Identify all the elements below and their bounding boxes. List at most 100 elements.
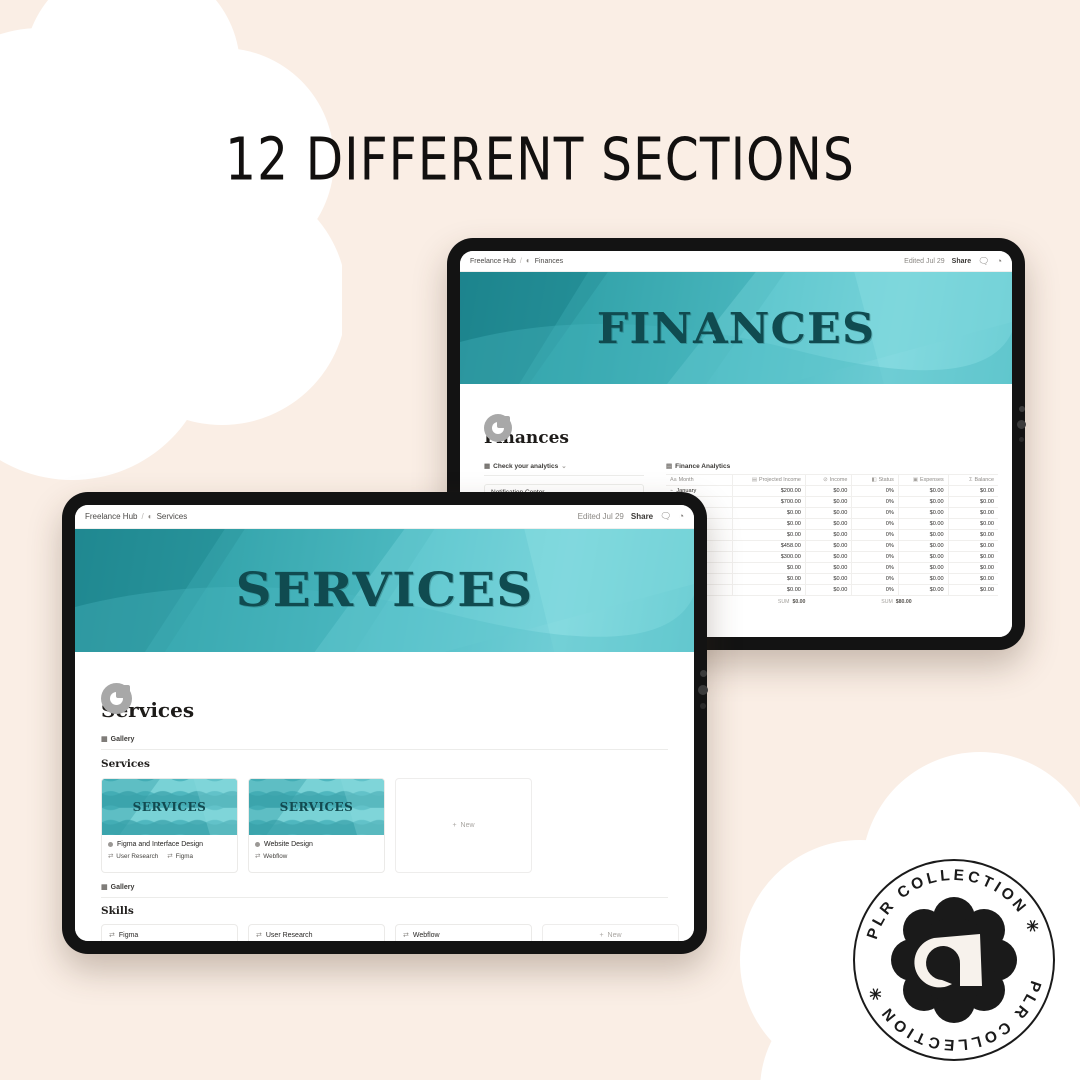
table-row[interactable]: $700.00 $0.00 0% $0.00 $0.00 <box>666 496 998 508</box>
cell-projected-income[interactable]: $0.00 <box>732 562 806 574</box>
table-body[interactable]: ⌁ January $200.00 $0.00 0% $0.00 $0.00 $700.00… <box>666 485 998 596</box>
breadcrumb-current[interactable]: Finances <box>535 258 563 265</box>
table-row[interactable]: $0.00 $0.00 0% $0.00 $0.00 <box>666 518 998 530</box>
gallery-card[interactable]: SERVICES Figma and Interface Design ⇄ User … <box>101 778 238 873</box>
cell-income[interactable]: $0.00 <box>805 485 853 497</box>
cell-projected-income[interactable]: $0.00 <box>732 584 806 596</box>
comment-icon-services[interactable]: 🗨 <box>660 512 671 521</box>
cell-balance[interactable]: $0.00 <box>948 540 998 552</box>
cell-expenses[interactable]: $0.00 <box>898 529 949 541</box>
cell-income[interactable]: $0.00 <box>805 562 853 574</box>
db-title-finance-analytics[interactable]: ▤ Finance Analytics <box>666 462 998 471</box>
cell-expenses[interactable]: $0.00 <box>898 584 949 596</box>
table-row[interactable]: $0.00 $0.00 0% $0.00 $0.00 <box>666 529 998 541</box>
table-row[interactable]: $0.00 $0.00 0% $0.00 $0.00 <box>666 584 998 596</box>
column-header-projected-income[interactable]: ▤ Projected Income <box>732 474 806 486</box>
breadcrumb[interactable]: Freelance Hub / ◐ Finances <box>470 257 563 265</box>
volume-up-button[interactable] <box>1018 406 1025 412</box>
cell-expenses[interactable]: $0.00 <box>898 540 949 552</box>
cell-balance[interactable]: $0.00 <box>948 518 998 530</box>
cell-balance[interactable]: $0.00 <box>948 551 998 563</box>
cell-income[interactable]: $0.00 <box>805 518 853 530</box>
share-button-services[interactable]: Share <box>631 512 653 521</box>
skill-card[interactable]: ⇄ Figma <box>101 924 238 941</box>
cell-income[interactable]: $0.00 <box>805 551 853 563</box>
cell-balance[interactable]: $0.00 <box>948 584 998 596</box>
cell-expenses[interactable]: $0.00 <box>898 507 949 519</box>
gallery-card[interactable]: SERVICES Website Design ⇄ Webflow <box>248 778 385 873</box>
table-row[interactable]: $300.00 $0.00 0% $0.00 $0.00 <box>666 551 998 563</box>
cell-balance[interactable]: $0.00 <box>948 507 998 519</box>
cell-expenses[interactable]: $0.00 <box>898 573 949 585</box>
power-button-services[interactable] <box>700 703 706 709</box>
new-card-button[interactable]: + New <box>395 778 532 873</box>
cell-status[interactable]: 0% <box>851 562 899 574</box>
tablet-side-buttons[interactable] <box>1017 406 1026 442</box>
breadcrumb-root[interactable]: Freelance Hub <box>470 258 516 265</box>
table-row[interactable]: $0.00 $0.00 0% $0.00 $0.00 <box>666 507 998 519</box>
cell-income[interactable]: $0.00 <box>805 529 853 541</box>
tab-gallery-services[interactable]: ▦ Gallery <box>101 735 134 746</box>
share-button[interactable]: Share <box>952 258 971 265</box>
column-header-status[interactable]: ◧ Status <box>851 474 899 486</box>
volume-down-button[interactable] <box>1017 420 1026 429</box>
power-button[interactable] <box>1019 437 1024 442</box>
card-name[interactable]: Website Design <box>255 841 378 848</box>
breadcrumb-current-services[interactable]: Services <box>157 512 188 521</box>
cell-status[interactable]: 0% <box>851 540 899 552</box>
cell-status[interactable]: 0% <box>851 485 899 497</box>
cell-projected-income[interactable]: $0.00 <box>732 507 806 519</box>
cell-expenses[interactable]: $0.00 <box>898 551 949 563</box>
table-row[interactable]: $0.00 $0.00 0% $0.00 $0.00 <box>666 562 998 574</box>
cell-expenses[interactable]: $0.00 <box>898 496 949 508</box>
cell-income[interactable]: $0.00 <box>805 573 853 585</box>
cell-status[interactable]: 0% <box>851 529 899 541</box>
cell-status[interactable]: 0% <box>851 573 899 585</box>
cell-expenses[interactable]: $0.00 <box>898 485 949 497</box>
comment-icon[interactable]: 🗨 <box>978 256 989 266</box>
clock-icon[interactable]: ◔ <box>997 256 1002 266</box>
chevron-down-icon[interactable]: ⌄ <box>561 462 566 470</box>
table-row[interactable]: $0.00 $0.00 0% $0.00 $0.00 <box>666 573 998 585</box>
cell-balance[interactable]: $0.00 <box>948 529 998 541</box>
skill-card[interactable]: ⇄ Webflow <box>395 924 532 941</box>
cell-projected-income[interactable]: $200.00 <box>732 485 806 497</box>
table-row[interactable]: ⌁ January $200.00 $0.00 0% $0.00 $0.00 <box>666 485 998 497</box>
cell-income[interactable]: $0.00 <box>805 496 853 508</box>
volume-down-button-services[interactable] <box>698 685 708 695</box>
new-skill-button[interactable]: + New <box>542 924 679 941</box>
cell-projected-income[interactable]: $0.00 <box>732 529 806 541</box>
cell-status[interactable]: 0% <box>851 507 899 519</box>
finance-analytics-table[interactable]: Aa Month ▤ Projected Income ⊘ Income ◧ Status ▣ E… <box>666 474 998 596</box>
cell-income[interactable]: $0.00 <box>805 584 853 596</box>
tab-check-your-analytics[interactable]: ▦ Check your analytics ⌄ <box>484 462 567 473</box>
cell-balance[interactable]: $0.00 <box>948 485 998 497</box>
breadcrumb-root-services[interactable]: Freelance Hub <box>85 512 137 521</box>
cell-status[interactable]: 0% <box>851 496 899 508</box>
cell-income[interactable]: $0.00 <box>805 540 853 552</box>
cell-projected-income[interactable]: $458.00 <box>732 540 806 552</box>
table-row[interactable]: $458.00 $0.00 0% $0.00 $0.00 <box>666 540 998 552</box>
cell-status[interactable]: 0% <box>851 518 899 530</box>
cell-balance[interactable]: $0.00 <box>948 573 998 585</box>
column-header-expenses[interactable]: ▣ Expenses <box>898 474 949 486</box>
cell-projected-income[interactable]: $700.00 <box>732 496 806 508</box>
volume-up-button-services[interactable] <box>699 670 707 677</box>
clock-icon-services[interactable]: ◔ <box>679 512 684 521</box>
column-header-month[interactable]: Aa Month <box>666 474 733 486</box>
cell-balance[interactable]: $0.00 <box>948 496 998 508</box>
breadcrumb-services[interactable]: Freelance Hub / ◐ Services <box>85 512 187 521</box>
card-tag[interactable]: ⇄ User Research <box>108 853 158 860</box>
cell-expenses[interactable]: $0.00 <box>898 518 949 530</box>
tablet-side-buttons-services[interactable] <box>698 670 708 709</box>
tab-gallery-skills[interactable]: ▦ Gallery <box>101 883 134 894</box>
cell-projected-income[interactable]: $0.00 <box>732 518 806 530</box>
cell-balance[interactable]: $0.00 <box>948 562 998 574</box>
cell-projected-income[interactable]: $300.00 <box>732 551 806 563</box>
cell-status[interactable]: 0% <box>851 584 899 596</box>
cell-income[interactable]: $0.00 <box>805 507 853 519</box>
column-header-balance[interactable]: Σ Balance <box>948 474 998 486</box>
card-tag[interactable]: ⇄ Figma <box>167 853 193 860</box>
card-name[interactable]: Figma and Interface Design <box>108 841 231 848</box>
cell-projected-income[interactable]: $0.00 <box>732 573 806 585</box>
